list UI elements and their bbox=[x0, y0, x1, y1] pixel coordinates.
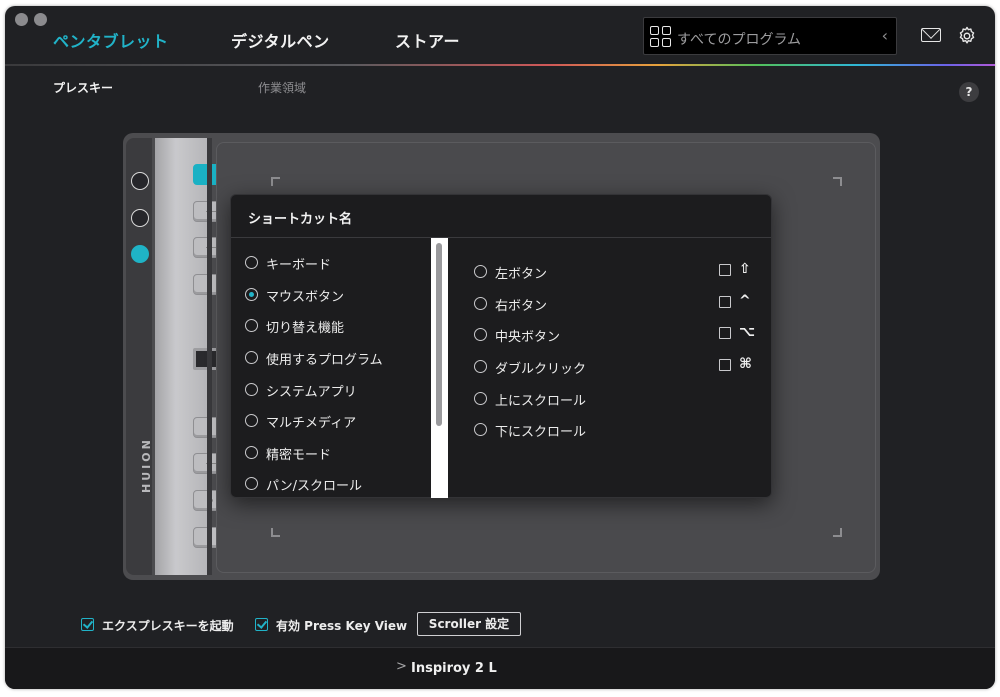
option-label: 下にスクロール bbox=[495, 425, 587, 440]
category-scrollbar[interactable] bbox=[431, 238, 448, 498]
modifier-command[interactable]: ⌘ bbox=[719, 356, 759, 375]
radio-button[interactable] bbox=[245, 351, 258, 364]
radio-button[interactable] bbox=[474, 297, 487, 310]
subtab-work-area[interactable]: 作業領域 bbox=[258, 79, 306, 96]
device-name[interactable]: Inspiroy 2 L bbox=[411, 661, 497, 676]
brand-logo: HUION bbox=[140, 437, 153, 493]
radio-button[interactable] bbox=[245, 319, 258, 332]
shortcut-dialog: ショートカット名 キーボード マウスボタン 切り替え機能 使用するプログラム シ… bbox=[230, 194, 772, 498]
option-middle-button[interactable]: 中央ボタン bbox=[474, 324, 614, 346]
top-navigation: ペンタブレット デジタルペン ストアー すべてのプログラム ‹ bbox=[5, 6, 995, 64]
program-selector-label: すべてのプログラム bbox=[677, 32, 802, 48]
category-pan-scroll[interactable]: パン/スクロール bbox=[245, 473, 435, 495]
category-label: 精密モード bbox=[266, 448, 332, 463]
dialog-title: ショートカット名 bbox=[248, 212, 353, 227]
corner-mark bbox=[271, 177, 280, 186]
mode-indicator-2[interactable] bbox=[131, 209, 149, 227]
category-system-app[interactable]: システムアプリ bbox=[245, 379, 435, 401]
help-icon[interactable]: ? bbox=[959, 82, 979, 102]
checkbox[interactable] bbox=[255, 618, 268, 631]
shift-icon: ⇧ bbox=[739, 261, 751, 277]
checkbox-label: 有効 Press Key View bbox=[276, 619, 408, 633]
radio-button[interactable] bbox=[245, 414, 258, 427]
checkbox[interactable] bbox=[719, 296, 731, 308]
corner-mark bbox=[833, 177, 842, 186]
option-left-button[interactable]: 左ボタン bbox=[474, 261, 614, 283]
modifier-option[interactable]: ⌥ bbox=[719, 324, 759, 343]
scroller-settings-button[interactable]: Scroller 設定 bbox=[417, 612, 521, 636]
device-footer: > Inspiroy 2 L bbox=[5, 647, 995, 689]
modifier-shift[interactable]: ⇧ bbox=[719, 261, 759, 280]
app-window: ペンタブレット デジタルペン ストアー すべてのプログラム ‹ プレスキー 作業… bbox=[5, 6, 995, 689]
mode-indicator-1[interactable] bbox=[131, 172, 149, 190]
option-label: 左ボタン bbox=[495, 267, 548, 282]
category-precision-mode[interactable]: 精密モード bbox=[245, 442, 435, 464]
option-double-click[interactable]: ダブルクリック bbox=[474, 356, 614, 378]
radio-button[interactable] bbox=[474, 328, 487, 341]
press-key-view-checkbox[interactable]: 有効 Press Key View bbox=[255, 617, 408, 635]
category-multimedia[interactable]: マルチメディア bbox=[245, 410, 435, 432]
option-label: 右ボタン bbox=[495, 299, 548, 314]
radio-button[interactable] bbox=[474, 265, 487, 278]
option-label: ダブルクリック bbox=[495, 362, 587, 377]
category-label: パン/スクロール bbox=[266, 479, 363, 494]
command-icon: ⌘ bbox=[739, 356, 752, 372]
checkbox[interactable] bbox=[719, 264, 731, 276]
option-scroll-up[interactable]: 上にスクロール bbox=[474, 388, 614, 410]
checkbox[interactable] bbox=[81, 618, 94, 631]
radio-button[interactable] bbox=[474, 392, 487, 405]
option-scroll-down[interactable]: 下にスクロール bbox=[474, 419, 614, 441]
category-switch-function[interactable]: 切り替え機能 bbox=[245, 315, 435, 337]
subtab-press-keys[interactable]: プレスキー bbox=[53, 79, 113, 96]
option-label: 中央ボタン bbox=[495, 330, 561, 345]
radio-button[interactable] bbox=[245, 446, 258, 459]
checkbox-label: エクスプレスキーを起動 bbox=[102, 619, 234, 633]
radio-button[interactable] bbox=[474, 360, 487, 373]
strip-edge bbox=[207, 138, 212, 575]
radio-button[interactable] bbox=[245, 383, 258, 396]
category-label: システムアプリ bbox=[266, 385, 357, 400]
radio-button[interactable] bbox=[245, 477, 258, 490]
tablet-side-panel: HUION bbox=[126, 138, 153, 575]
modifier-control[interactable]: ^ bbox=[719, 293, 759, 312]
radio-button[interactable] bbox=[474, 423, 487, 436]
option-label: 上にスクロール bbox=[495, 394, 587, 409]
chevron-left-icon[interactable]: ‹ bbox=[882, 26, 888, 45]
category-label: マルチメディア bbox=[266, 416, 357, 431]
grid-icon bbox=[650, 26, 672, 48]
enable-express-keys-checkbox[interactable]: エクスプレスキーを起動 bbox=[81, 617, 251, 635]
tab-digital-pen[interactable]: デジタルペン bbox=[231, 28, 330, 52]
scrollbar-thumb[interactable] bbox=[436, 243, 442, 426]
radio-button[interactable] bbox=[245, 288, 258, 301]
express-key-strip bbox=[155, 138, 231, 575]
control-icon: ^ bbox=[739, 293, 751, 309]
divider bbox=[231, 237, 771, 238]
category-program[interactable]: 使用するプログラム bbox=[245, 347, 435, 369]
checkbox[interactable] bbox=[719, 359, 731, 371]
category-label: マウスボタン bbox=[266, 290, 345, 305]
chevron-right-icon[interactable]: > bbox=[396, 659, 407, 674]
category-mouse-button[interactable]: マウスボタン bbox=[245, 284, 435, 306]
corner-mark bbox=[271, 528, 280, 537]
tab-pen-tablet[interactable]: ペンタブレット bbox=[53, 28, 169, 52]
category-keyboard[interactable]: キーボード bbox=[245, 252, 435, 274]
checkbox[interactable] bbox=[719, 327, 731, 339]
category-label: キーボード bbox=[266, 258, 332, 273]
gear-icon[interactable] bbox=[957, 26, 977, 46]
category-label: 切り替え機能 bbox=[266, 321, 345, 336]
header-divider bbox=[5, 64, 995, 66]
tab-store[interactable]: ストアー bbox=[395, 28, 460, 52]
mode-indicator-3[interactable] bbox=[131, 245, 149, 263]
radio-button[interactable] bbox=[245, 256, 258, 269]
program-selector[interactable]: すべてのプログラム ‹ bbox=[643, 17, 897, 55]
category-label: 使用するプログラム bbox=[266, 353, 383, 368]
option-right-button[interactable]: 右ボタン bbox=[474, 293, 614, 315]
option-icon: ⌥ bbox=[739, 324, 756, 340]
mail-icon[interactable] bbox=[921, 28, 941, 42]
corner-mark bbox=[833, 528, 842, 537]
